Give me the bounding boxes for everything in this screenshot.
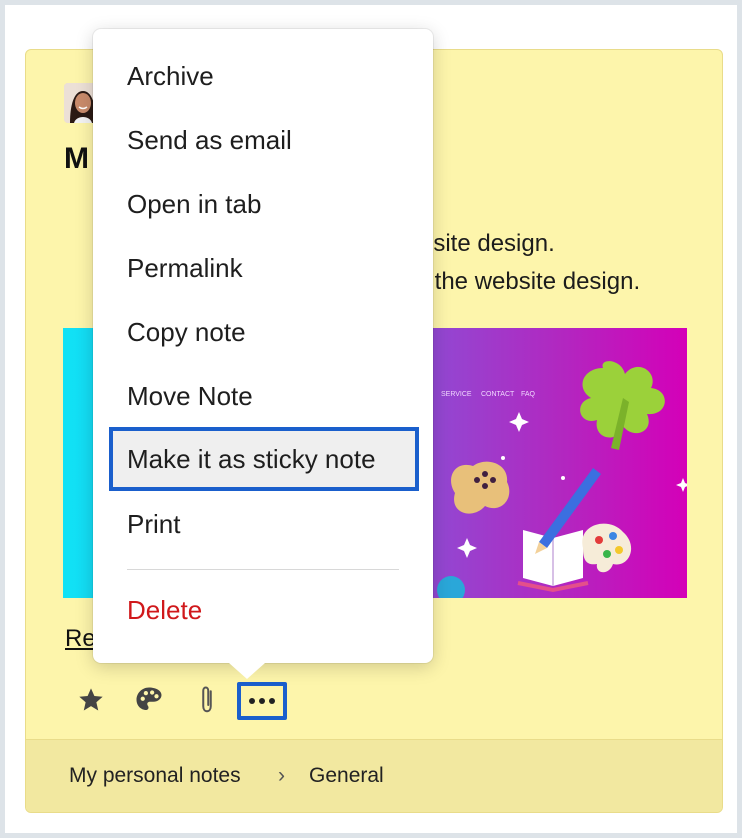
note-content-line: r the website design. xyxy=(420,268,641,295)
more-icon xyxy=(248,692,276,710)
palette-icon xyxy=(134,685,164,720)
screenshot-frame: M bsite design. r the website design. SE… xyxy=(5,5,737,833)
menu-pointer xyxy=(229,663,265,679)
menu-item-open-in-tab[interactable]: Open in tab xyxy=(127,189,261,220)
breadcrumb-notebook[interactable]: My personal notes xyxy=(69,764,241,788)
more-options-button[interactable] xyxy=(237,682,287,720)
paperclip-icon xyxy=(197,685,217,720)
image-nav-text: FAQ xyxy=(521,391,536,398)
star-icon xyxy=(77,686,105,719)
image-nav-text: CONTACT xyxy=(481,391,515,398)
note-title: M xyxy=(64,142,89,175)
menu-item-archive[interactable]: Archive xyxy=(127,61,214,92)
menu-item-send-email[interactable]: Send as email xyxy=(127,125,292,156)
menu-item-copy-note[interactable]: Copy note xyxy=(127,317,246,348)
attach-button[interactable] xyxy=(187,682,227,722)
note-footer: My personal notes › General xyxy=(26,739,722,812)
menu-divider xyxy=(127,569,399,570)
menu-item-move-note[interactable]: Move Note xyxy=(127,381,253,412)
read-more-link[interactable]: Re xyxy=(65,625,96,653)
menu-item-permalink[interactable]: Permalink xyxy=(127,253,243,284)
menu-item-make-sticky-note[interactable]: Make it as sticky note xyxy=(109,427,419,491)
breadcrumb-separator: › xyxy=(278,764,285,787)
image-nav-text: SERVICE xyxy=(441,391,472,398)
menu-item-print[interactable]: Print xyxy=(127,509,180,540)
color-button[interactable] xyxy=(129,682,169,722)
more-options-menu: Archive Send as email Open in tab Permal… xyxy=(93,29,433,679)
menu-item-delete[interactable]: Delete xyxy=(127,595,202,626)
note-content-line: bsite design. xyxy=(420,230,555,257)
favorite-button[interactable] xyxy=(71,682,111,722)
breadcrumb-section[interactable]: General xyxy=(309,764,384,788)
